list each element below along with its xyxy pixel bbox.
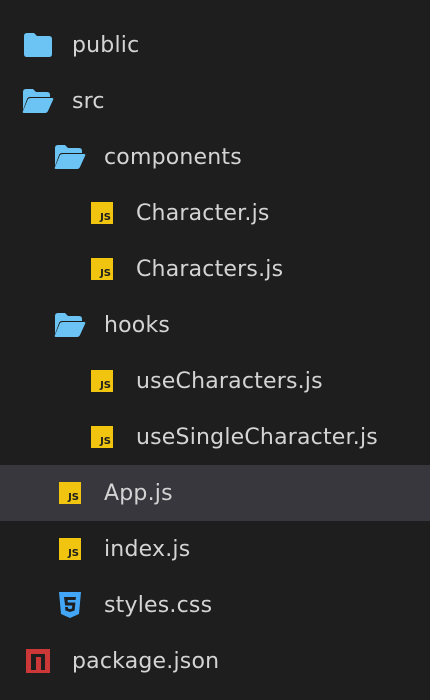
tree-item-styles-css[interactable]: styles.css [0, 577, 430, 633]
js-badge: JS [91, 426, 113, 448]
tree-item-label: styles.css [104, 592, 213, 618]
tree-item-label: components [104, 144, 242, 170]
folder-open-icon [22, 85, 54, 117]
tree-item-label: Characters.js [136, 256, 284, 282]
tree-item-usesinglecharacter-js[interactable]: JS useSingleCharacter.js [0, 409, 430, 465]
tree-item-label: src [72, 88, 105, 114]
js-badge: JS [91, 202, 113, 224]
tree-item-character-js[interactable]: JS Character.js [0, 185, 430, 241]
tree-item-label: Character.js [136, 200, 270, 226]
javascript-file-icon: JS [54, 533, 86, 565]
tree-item-label: index.js [104, 536, 191, 562]
folder-open-icon [54, 141, 86, 173]
css-file-icon [54, 589, 86, 621]
file-explorer-tree: public src components JS Character.js JS… [0, 0, 430, 700]
javascript-file-icon: JS [86, 253, 118, 285]
javascript-file-icon: JS [86, 421, 118, 453]
tree-item-label: useSingleCharacter.js [136, 424, 378, 450]
npm-package-icon [22, 645, 54, 677]
folder-open-icon [54, 309, 86, 341]
tree-item-hooks-folder[interactable]: hooks [0, 297, 430, 353]
tree-item-components-folder[interactable]: components [0, 129, 430, 185]
tree-item-label: package.json [72, 648, 220, 674]
javascript-file-icon: JS [54, 477, 86, 509]
js-badge: JS [91, 370, 113, 392]
javascript-file-icon: JS [86, 197, 118, 229]
tree-item-index-js[interactable]: JS index.js [0, 521, 430, 577]
javascript-file-icon: JS [86, 365, 118, 397]
folder-closed-icon [22, 29, 54, 61]
js-badge: JS [59, 482, 81, 504]
tree-item-label: App.js [104, 480, 173, 506]
tree-item-label: useCharacters.js [136, 368, 323, 394]
tree-item-label: hooks [104, 312, 171, 338]
tree-item-package-json[interactable]: package.json [0, 633, 430, 689]
tree-item-usecharacters-js[interactable]: JS useCharacters.js [0, 353, 430, 409]
tree-item-app-js[interactable]: JS App.js [0, 465, 430, 521]
tree-item-public-folder[interactable]: public [0, 17, 430, 73]
js-badge: JS [59, 538, 81, 560]
tree-item-src-folder[interactable]: src [0, 73, 430, 129]
js-badge: JS [91, 258, 113, 280]
tree-item-label: public [72, 32, 140, 58]
tree-item-characters-js[interactable]: JS Characters.js [0, 241, 430, 297]
